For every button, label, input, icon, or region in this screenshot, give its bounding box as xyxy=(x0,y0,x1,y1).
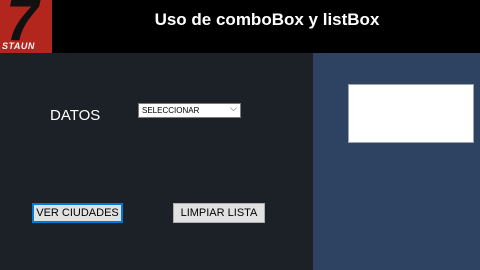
title-banner: 7 STAUN Uso de comboBox y listBox xyxy=(0,0,480,53)
channel-logo: 7 STAUN xyxy=(0,0,52,53)
ver-ciudades-button[interactable]: VER CIUDADES xyxy=(32,203,123,223)
limpiar-lista-button[interactable]: LIMPIAR LISTA xyxy=(173,203,265,223)
logo-text: STAUN xyxy=(2,41,35,51)
datos-label: DATOS xyxy=(50,107,101,124)
combobox-selected-value: SELECCIONAR xyxy=(142,106,200,115)
chevron-down-icon[interactable]: ⌵ xyxy=(230,104,237,114)
form-left-panel xyxy=(0,53,313,270)
banner-title: Uso de comboBox y listBox xyxy=(154,10,380,29)
cities-listbox[interactable] xyxy=(348,84,474,143)
city-combobox[interactable]: SELECCIONAR ⌵ xyxy=(138,103,241,118)
